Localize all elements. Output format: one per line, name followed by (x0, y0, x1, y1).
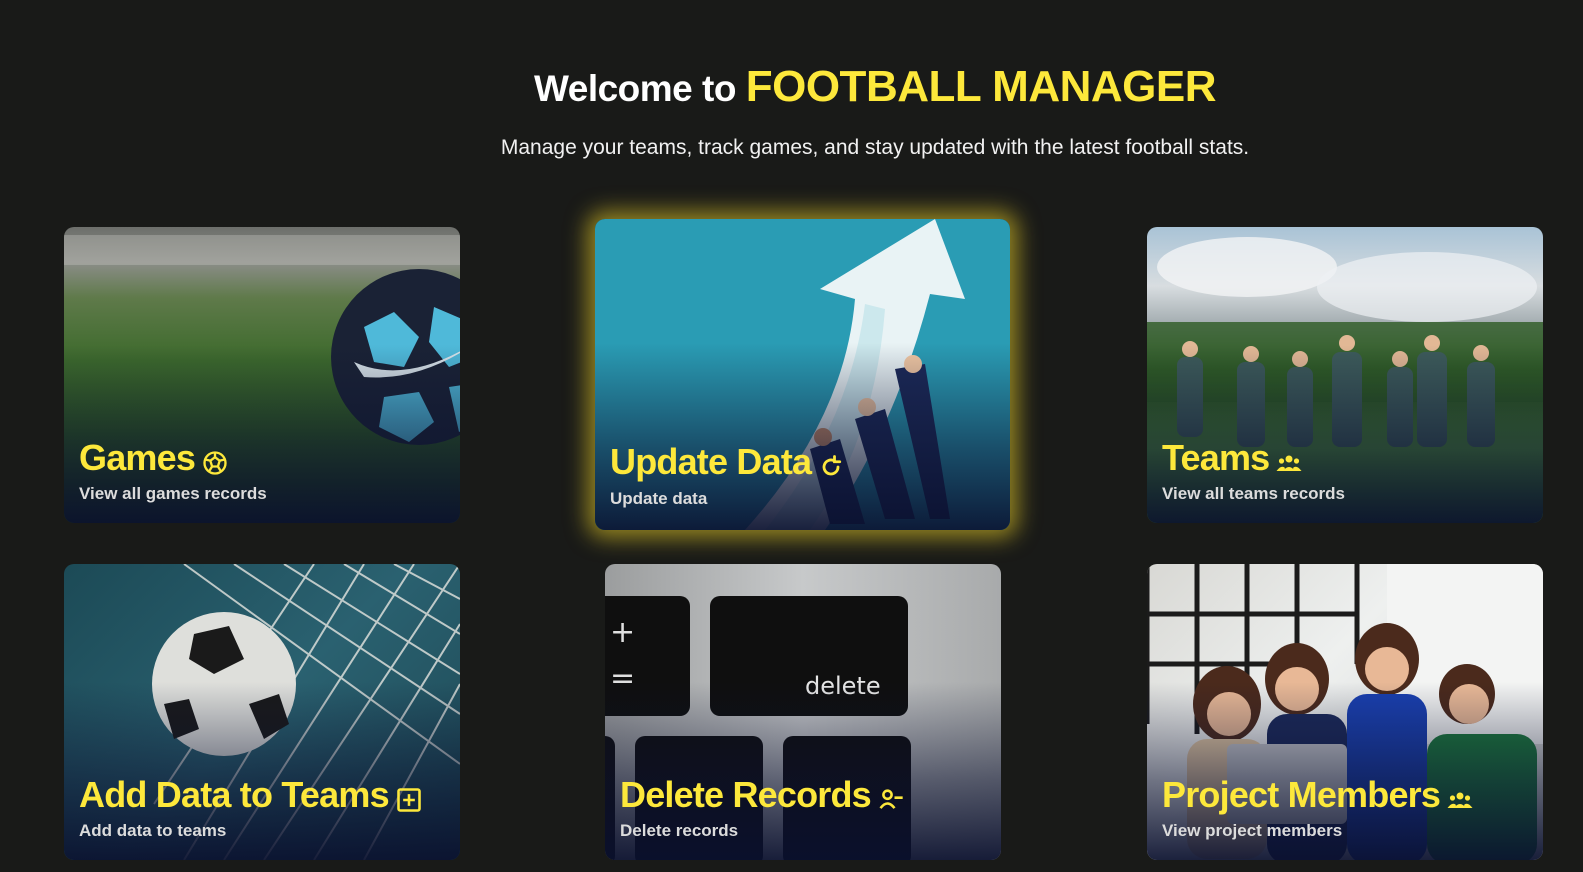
teams-card-title: Teams (1162, 437, 1303, 479)
user-minus-icon (877, 781, 905, 809)
teams-card-description: View all teams records (1162, 484, 1346, 503)
project-members-card[interactable]: Project Members View project members (1147, 564, 1543, 860)
users-icon (1446, 781, 1474, 809)
page-subtitle: Manage your teams, track games, and stay… (500, 136, 1250, 159)
title-prefix: Welcome to (533, 68, 746, 109)
teams-card[interactable]: Teams View all teams records (1147, 227, 1543, 523)
page-title: Welcome to FOOTBALL MANAGER (0, 62, 1583, 112)
update-data-card-title: Update Data (610, 441, 845, 483)
add-data-card-description: Add data to teams (79, 821, 227, 840)
plus-square-icon (395, 781, 423, 812)
project-members-card-title: Project Members (1162, 774, 1474, 816)
refresh-icon (817, 448, 845, 476)
delete-records-card-description: Delete records (620, 821, 739, 840)
svg-text:+: + (610, 615, 635, 650)
add-data-card-title: Add Data to Teams (79, 774, 423, 816)
project-members-card-description: View project members (1162, 821, 1343, 840)
games-card-description: View all games records (79, 484, 267, 503)
games-card[interactable]: Games View all games records (64, 227, 460, 523)
delete-records-card-title: Delete Records (620, 774, 905, 816)
update-data-card-description: Update data (610, 489, 708, 508)
update-data-card[interactable]: Update Data Update data (595, 219, 1010, 530)
add-data-card[interactable]: Add Data to Teams Add data to teams (64, 564, 460, 860)
games-card-title: Games (79, 437, 229, 479)
users-icon (1275, 444, 1303, 472)
soccer-ball-icon (201, 444, 229, 475)
delete-records-card[interactable]: + = delete Delete Records Delete records (605, 564, 1001, 860)
title-brand: FOOTBALL MANAGER (745, 62, 1217, 111)
